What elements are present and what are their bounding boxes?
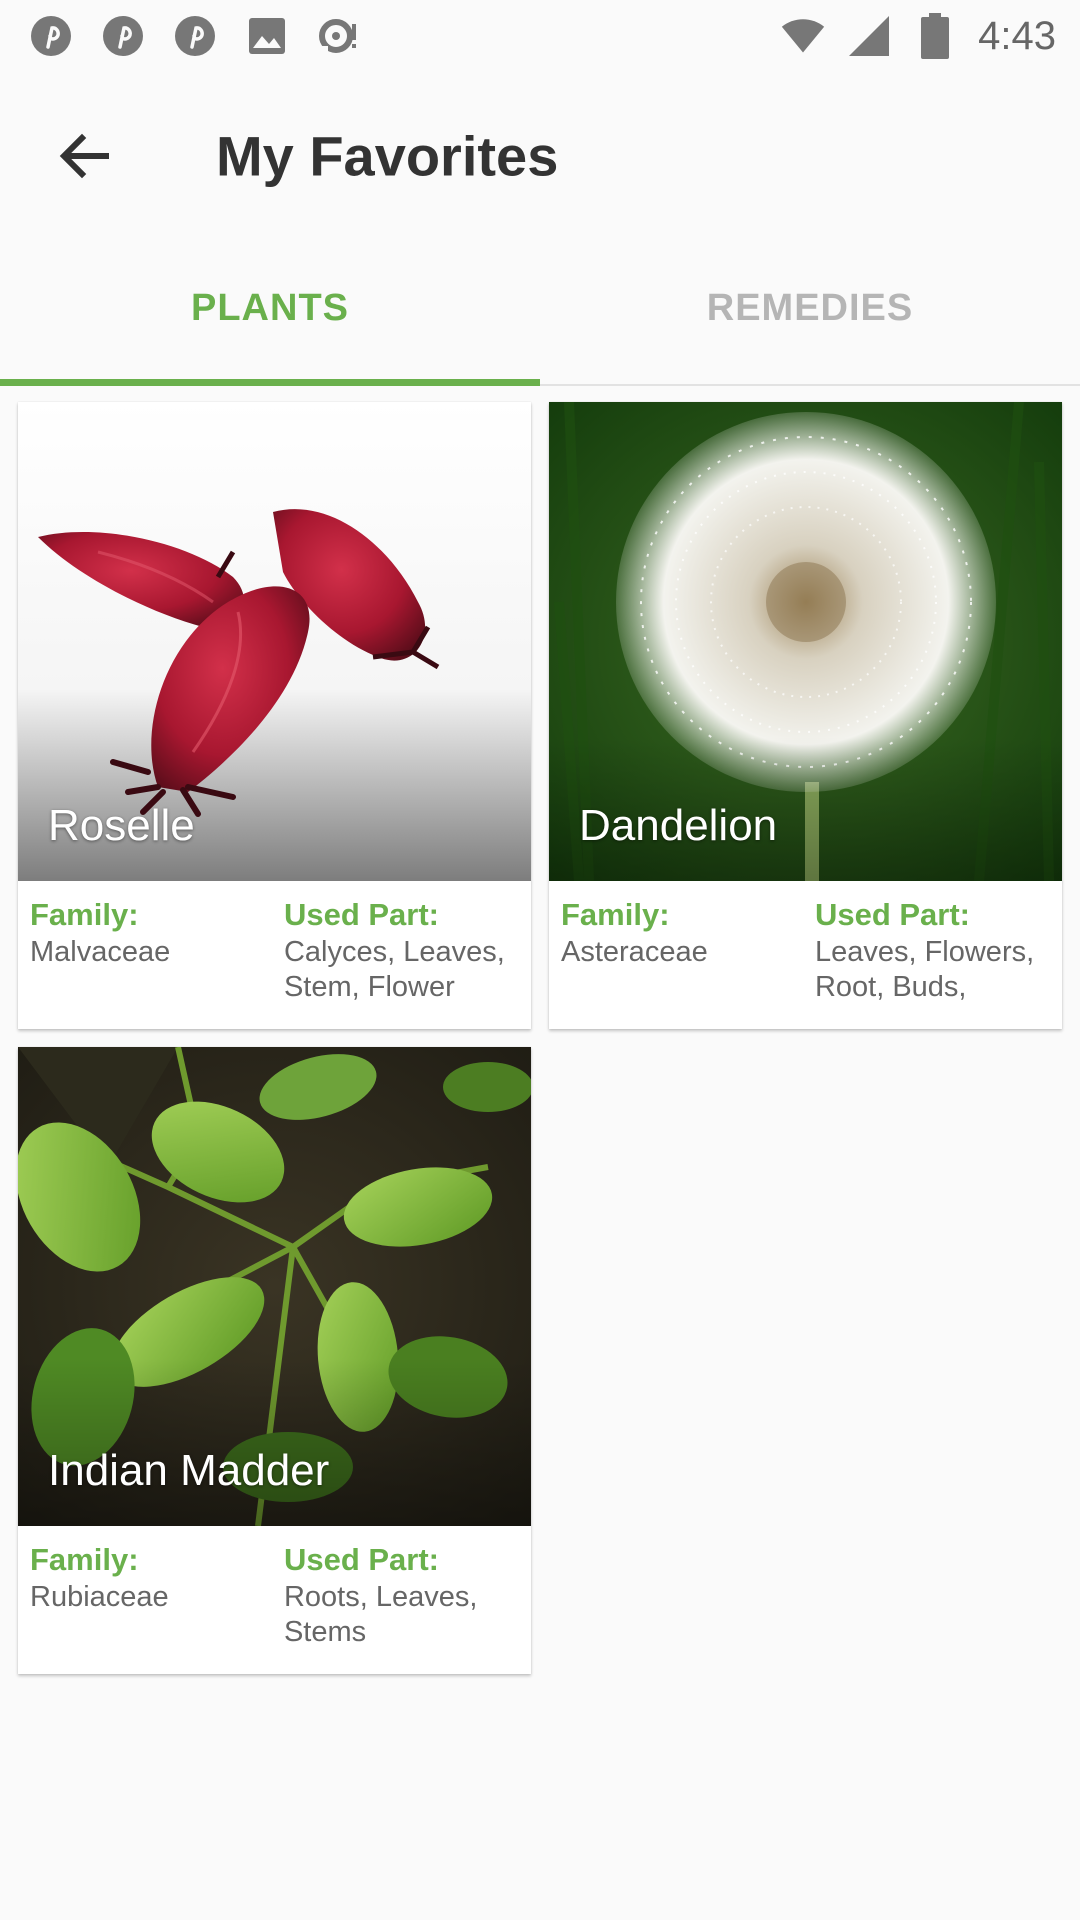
plant-card-indian-madder[interactable]: Indian Madder Family: Rubiaceae Used Par… [18, 1047, 531, 1674]
used-part-value: Root, Buds, [814, 971, 967, 1003]
family-value: Rubiaceae [30, 1581, 169, 1613]
plant-image: Dandelion [549, 402, 1062, 881]
family-value: Malvaceae [30, 936, 171, 968]
used-part-label: Used Part: [814, 897, 970, 932]
plant-image: Indian Madder [18, 1047, 531, 1526]
plant-card-roselle[interactable]: Roselle Family: Malvaceae Used Part: Cal… [18, 402, 531, 1029]
pinterest-icon [100, 13, 146, 59]
family-value: Asteraceae [561, 936, 708, 968]
used-part-value: Stem, Flower [283, 971, 455, 1003]
family-label: Family: [30, 1542, 139, 1577]
used-part-value: Roots, Leaves, [283, 1581, 478, 1613]
plant-name: Dandelion [579, 801, 778, 850]
family-label: Family: [561, 897, 670, 932]
used-part-value: Stems [283, 1616, 367, 1648]
plant-card-dandelion[interactable]: Dandelion Family: Asteraceae Used Part: … [549, 402, 1062, 1029]
clock: 4:43 [978, 13, 1056, 58]
used-part-value: Leaves, Flowers, [814, 936, 1035, 968]
cell-signal-icon [846, 13, 892, 59]
used-part-label: Used Part: [283, 897, 439, 932]
tab-label: REMEDIES [706, 286, 914, 329]
plant-details: Family: Asteraceae Used Part: Leaves, Fl… [549, 881, 1062, 1029]
tab-remedies[interactable]: REMEDIES [540, 240, 1080, 384]
used-part-label: Used Part: [283, 1542, 439, 1577]
favorites-screen: 4:43 My Favorites PLANTS REMEDIES Rosell… [0, 0, 1080, 1920]
page-title: My Favorites [216, 124, 559, 188]
notification-icons [28, 13, 362, 59]
plant-details: Family: Rubiaceae Used Part: Roots, Leav… [18, 1526, 531, 1674]
arrow-back-icon [59, 133, 109, 179]
plant-image: Roselle [18, 402, 531, 881]
plant-details: Family: Malvaceae Used Part: Calyces, Le… [18, 881, 531, 1029]
tab-label: PLANTS [191, 286, 349, 329]
system-icons: 4:43 [780, 13, 1056, 59]
family-label: Family: [30, 897, 139, 932]
plant-name: Roselle [48, 801, 195, 850]
back-button[interactable] [46, 118, 122, 194]
tab-indicator [0, 379, 540, 386]
status-bar: 4:43 [0, 0, 1080, 72]
notification-icon [316, 13, 362, 59]
pinterest-icon [28, 13, 74, 59]
app-toolbar: My Favorites [0, 72, 1080, 240]
battery-icon [912, 13, 958, 59]
tab-bar: PLANTS REMEDIES [0, 240, 1080, 386]
image-icon [244, 13, 290, 59]
pinterest-icon [172, 13, 218, 59]
used-part-value: Calyces, Leaves, [283, 936, 505, 968]
tab-plants[interactable]: PLANTS [0, 240, 540, 384]
wifi-icon [780, 13, 826, 59]
plant-name: Indian Madder [48, 1446, 330, 1495]
